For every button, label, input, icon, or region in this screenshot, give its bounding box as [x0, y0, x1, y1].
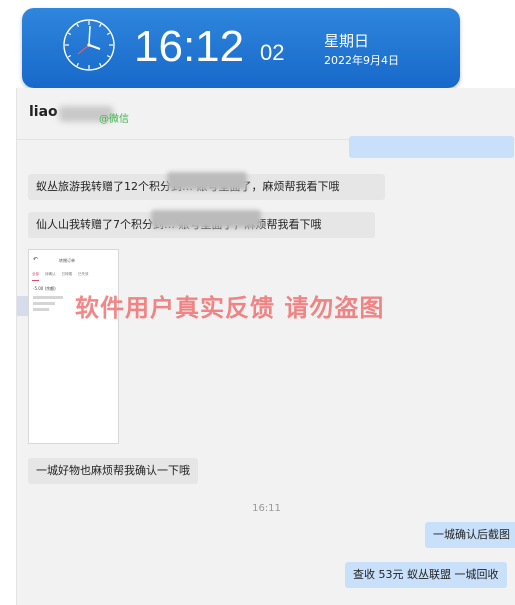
- thumb-text-line: [33, 302, 55, 305]
- message-bubble-out: 一城确认后截图: [425, 522, 515, 548]
- watermark-text: 软件用户真实反馈 请勿盗图: [75, 294, 385, 322]
- thumb-amount: -5.00 (余额): [33, 286, 56, 291]
- message-text: 一城确认后截图: [433, 528, 510, 541]
- message-bubble-in: 一城好物也麻烦帮我确认一下哦: [28, 458, 198, 484]
- clock-date: 2022年9月4日: [324, 54, 399, 67]
- chat-header: liao @微信: [17, 88, 515, 140]
- clock-widget: 16:12 02 星期日 2022年9月4日: [22, 8, 460, 88]
- thumb-tab: 已转赠: [61, 272, 73, 276]
- thumb-title: 转赠订单: [59, 258, 75, 263]
- thumb-text-line: [33, 308, 49, 311]
- thumb-tab: 待确认: [45, 272, 56, 276]
- clock-weekday: 星期日: [324, 32, 370, 50]
- message-text: 查收 53元 蚁丛联盟 一城回收: [353, 568, 499, 581]
- chat-window: liao @微信 蚁丛旅游我转赠了12个积分到… 账号里面了，麻烦帮我看下哦 仙…: [16, 88, 515, 605]
- clock-seconds: 02: [260, 40, 285, 65]
- thumb-text-line: [33, 296, 63, 299]
- redaction-blur: [151, 210, 261, 228]
- wechat-tag: @微信: [99, 114, 129, 125]
- message-bubble-out-partial: [349, 136, 514, 158]
- message-bubble-out: 查收 53元 蚁丛联盟 一城回收: [345, 562, 507, 588]
- thumb-tab: 全部: [32, 272, 39, 281]
- chat-timestamp: 16:11: [252, 503, 281, 514]
- redaction-blur: [167, 172, 247, 190]
- thumb-tabs: 全部 待确认 已转赠 已失效: [32, 272, 116, 281]
- contact-name: liao: [29, 104, 58, 120]
- message-text: 一城好物也麻烦帮我确认一下哦: [36, 464, 190, 477]
- back-arrow-icon: ↶: [33, 256, 39, 263]
- screenshot-image[interactable]: ↶ 转赠订单 全部 待确认 已转赠 已失效 -5.00 (余额): [28, 249, 119, 444]
- clock-time: 16:12: [134, 22, 245, 71]
- analog-clock-icon: [63, 19, 115, 71]
- thumb-tab: 已失效: [78, 272, 89, 276]
